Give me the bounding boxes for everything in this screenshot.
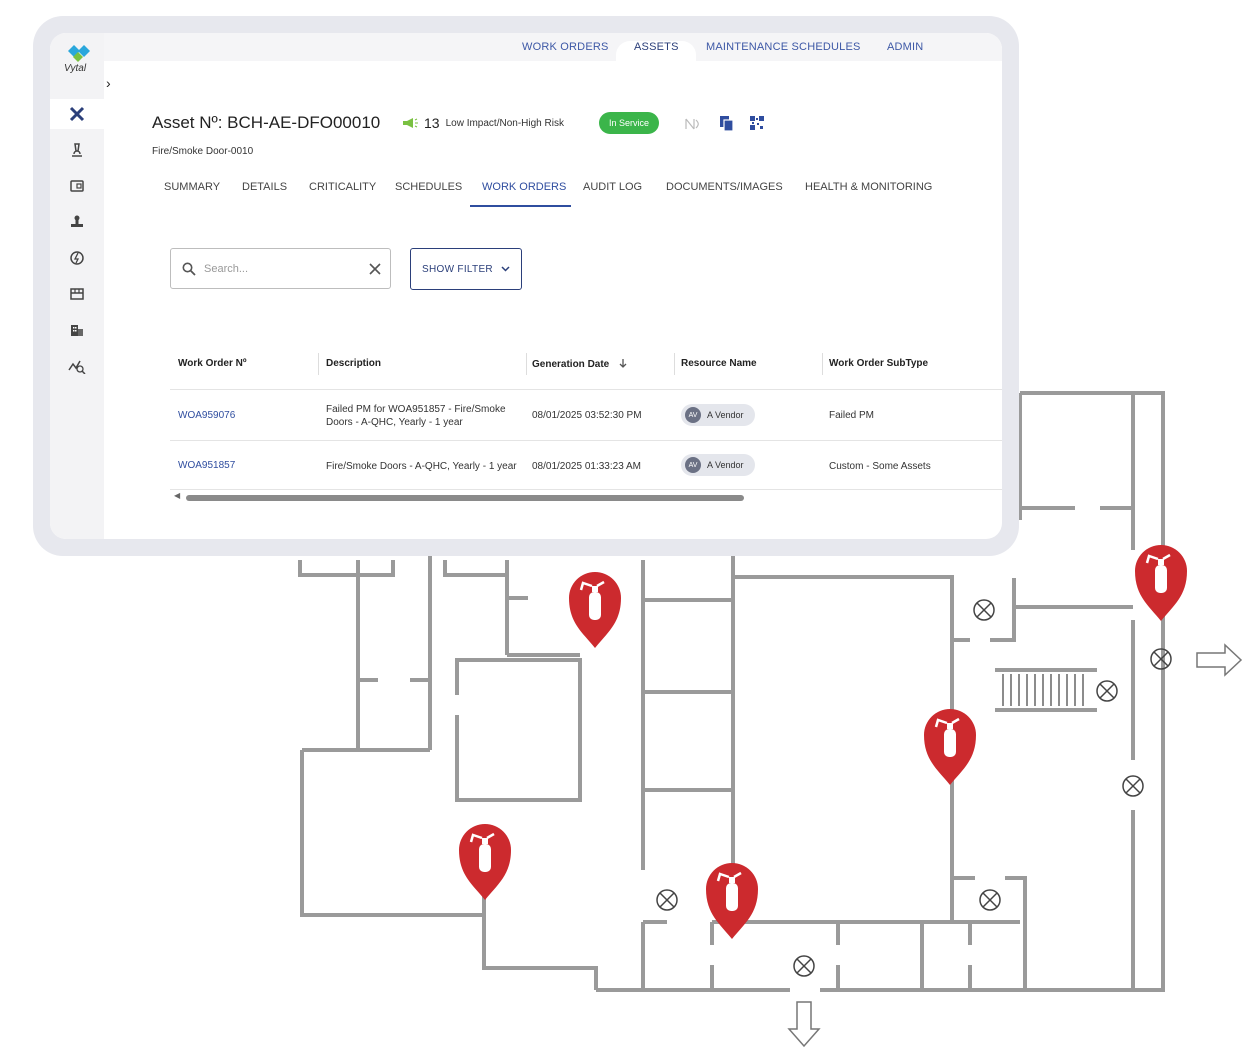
search-placeholder: Search...: [204, 263, 249, 275]
description-line2: Doors - A-QHC, Yearly - 1 year: [326, 417, 463, 428]
stairs: [995, 668, 1097, 712]
app-window: WORK ORDERS ASSETS MAINTENANCE SCHEDULES…: [50, 33, 1002, 539]
nav-work-orders[interactable]: WORK ORDERS: [522, 41, 609, 53]
resource-name: A Vendor: [707, 460, 744, 470]
work-order-id-link[interactable]: WOA951857: [178, 459, 235, 472]
risk-label: Low Impact/Non-High Risk: [445, 117, 564, 129]
asset-subtitle: Fire/Smoke Door-0010: [152, 146, 254, 157]
description-line1: Failed PM for WOA951857 - Fire/Smoke: [326, 404, 506, 415]
resource-name: A Vendor: [707, 410, 744, 420]
active-tab-underline: [470, 205, 571, 207]
horizontal-scrollbar[interactable]: [186, 495, 744, 501]
stamp-icon[interactable]: [66, 211, 88, 233]
buildings-icon[interactable]: [66, 319, 88, 341]
microscope-icon[interactable]: [66, 139, 88, 161]
tab-audit-log[interactable]: AUDIT LOG: [583, 181, 642, 193]
storefront-icon[interactable]: [66, 283, 88, 305]
avatar: AV: [685, 407, 701, 423]
fire-extinguisher-marker-icon[interactable]: [457, 822, 513, 902]
sidebar: Vytal: [50, 33, 104, 539]
asset-title: Asset Nº: BCH-AE-DFO00010: [152, 113, 381, 132]
status-badge: In Service: [599, 112, 659, 134]
tab-summary[interactable]: SUMMARY: [164, 181, 220, 193]
tools-icon[interactable]: [66, 103, 88, 125]
column-divider: [526, 353, 527, 375]
copy-documents-icon[interactable]: [719, 115, 735, 132]
fire-extinguisher-marker-icon[interactable]: [922, 707, 978, 787]
nav-admin[interactable]: ADMIN: [887, 41, 923, 53]
top-nav: WORK ORDERS ASSETS MAINTENANCE SCHEDULES…: [50, 33, 1002, 63]
generation-date: 08/01/2025 03:52:30 PM: [532, 410, 642, 421]
tab-health-monitoring[interactable]: HEALTH & MONITORING: [805, 181, 932, 193]
fire-extinguisher-marker-icon[interactable]: [1133, 543, 1189, 623]
row-divider: [170, 440, 1002, 441]
megaphone-icon: [403, 118, 418, 128]
column-header-generation-date[interactable]: Generation Date: [532, 358, 628, 370]
brand-name: Vytal: [64, 63, 87, 74]
chevron-right-icon[interactable]: ›: [106, 75, 111, 91]
resource-chip[interactable]: AV A Vendor: [681, 404, 755, 426]
tab-criticality[interactable]: CRITICALITY: [309, 181, 376, 193]
description-line1: Fire/Smoke Doors - A-QHC, Yearly - 1 yea…: [326, 461, 517, 472]
energy-icon[interactable]: [66, 247, 88, 269]
wallet-icon[interactable]: [66, 175, 88, 197]
work-order-id-link[interactable]: WOA959076: [178, 409, 235, 422]
show-filter-label: SHOW FILTER: [422, 263, 493, 275]
tab-details[interactable]: DETAILS: [242, 181, 287, 193]
search-input[interactable]: Search...: [170, 248, 391, 289]
tab-schedules[interactable]: SCHEDULES: [395, 181, 462, 193]
sort-arrow-down-icon[interactable]: [618, 358, 628, 368]
nav-assets[interactable]: ASSETS: [634, 41, 679, 53]
tab-documents-images[interactable]: DOCUMENTS/IMAGES: [666, 181, 783, 193]
exit-arrow-icon: [1196, 643, 1243, 677]
close-icon[interactable]: [369, 263, 381, 275]
search-icon: [182, 262, 196, 276]
resource-chip[interactable]: AV A Vendor: [681, 454, 755, 476]
work-order-subtype: Custom - Some Assets: [829, 461, 931, 472]
generation-date: 08/01/2025 01:33:23 AM: [532, 461, 641, 472]
show-filter-button[interactable]: SHOW FILTER: [410, 248, 522, 290]
column-header-resource-name[interactable]: Resource Name: [681, 358, 757, 369]
column-header-work-order-subtype[interactable]: Work Order SubType: [829, 358, 928, 369]
risk-number: 13: [424, 115, 440, 131]
qr-code-icon[interactable]: [750, 116, 764, 130]
row-divider: [170, 489, 1002, 490]
column-header-generation-date-label: Generation Date: [532, 359, 610, 370]
tab-work-orders[interactable]: WORK ORDERS: [482, 181, 566, 193]
fire-extinguisher-marker-icon[interactable]: [567, 570, 623, 650]
column-header-work-order[interactable]: Work Order Nº: [178, 358, 246, 369]
risk-indicator: 13 Low Impact/Non-High Risk: [402, 115, 564, 131]
column-divider: [822, 353, 823, 375]
analytics-icon[interactable]: [66, 355, 88, 377]
scroll-left-arrow-icon[interactable]: ◀: [174, 491, 180, 500]
avatar: AV: [685, 457, 701, 473]
work-order-subtype: Failed PM: [829, 410, 875, 421]
column-header-description[interactable]: Description: [326, 358, 381, 369]
nfc-icon[interactable]: [684, 117, 700, 131]
chevron-down-icon: [501, 266, 510, 272]
column-divider: [318, 353, 319, 375]
exit-arrow-icon: [787, 1001, 821, 1048]
nav-maintenance-schedules[interactable]: MAINTENANCE SCHEDULES: [706, 41, 861, 53]
column-divider: [674, 353, 675, 375]
table-header-divider: [170, 389, 1002, 390]
